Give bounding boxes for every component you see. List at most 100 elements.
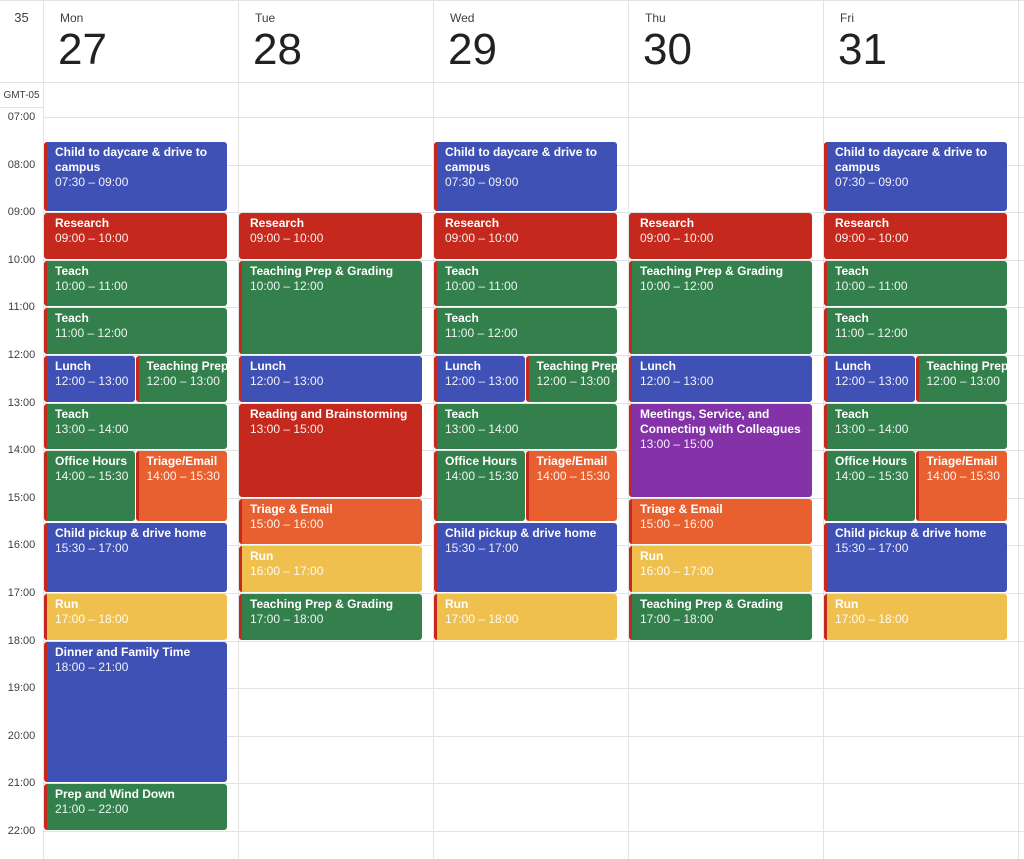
day-column-divider xyxy=(1018,0,1019,859)
calendar-event[interactable]: Child to daycare & drive to campus 07:30 … xyxy=(44,141,227,212)
calendar-event[interactable]: Teach 10:00 – 11:00 xyxy=(824,260,1007,307)
event-time: 14:00 – 15:30 xyxy=(445,469,519,484)
day-header-wed[interactable]: Wed 29 xyxy=(433,0,628,82)
hour-label: 21:00 xyxy=(0,777,43,790)
hour-label: 13:00 xyxy=(0,396,43,409)
calendar-event[interactable]: Teach 11:00 – 12:00 xyxy=(434,308,617,354)
event-time: 17:00 – 18:00 xyxy=(640,612,714,626)
calendar-event[interactable]: Research 09:00 – 10:00 xyxy=(239,213,422,259)
calendar-event[interactable]: Run 16:00 – 17:00 xyxy=(239,546,422,592)
day-header-thu[interactable]: Thu 30 xyxy=(628,0,823,82)
calendar-event[interactable]: Office Hours 14:00 – 15:30 xyxy=(44,451,135,521)
calendar-event[interactable]: Run 17:00 – 18:00 xyxy=(434,594,617,640)
event-time: 11:00 – 12:00 xyxy=(835,326,908,341)
calendar-event[interactable]: Lunch 12:00 – 13:00 xyxy=(434,356,525,402)
hour-label: 22:00 xyxy=(0,825,43,837)
calendar-event[interactable]: Dinner and Family Time 18:00 – 21:00 xyxy=(44,641,227,783)
event-title: Run xyxy=(445,597,469,611)
calendar-event[interactable]: Teaching Prep/Grading12:00 – 13:00 xyxy=(135,356,227,402)
event-title: Meetings, Service, and Connecting with C… xyxy=(640,406,801,436)
day-header-mon[interactable]: Mon 27 xyxy=(43,0,238,82)
calendar-event[interactable]: Meetings, Service, and Connecting with C… xyxy=(629,403,812,497)
event-title: Teaching Prep/Grading xyxy=(536,359,618,373)
event-time: 13:00 – 15:00 xyxy=(250,421,324,436)
calendar-event[interactable]: Run 16:00 – 17:00 xyxy=(629,546,812,592)
calendar-event[interactable]: Lunch 12:00 – 13:00 xyxy=(824,356,915,402)
calendar-event[interactable]: Child pickup & drive home 15:30 – 17:00 xyxy=(44,522,227,592)
calendar-event[interactable]: Research 09:00 – 10:00 xyxy=(629,213,812,259)
calendar-event[interactable]: Child to daycare & drive to campus 07:30 … xyxy=(824,141,1007,212)
event-time: 16:00 – 17:00 xyxy=(250,564,324,579)
timezone-divider xyxy=(0,107,43,108)
calendar-event[interactable]: Triage/Email 14:00 – 15:30 xyxy=(915,451,1007,521)
calendar-event[interactable]: Child pickup & drive home 15:30 – 17:00 xyxy=(434,522,617,592)
calendar-event[interactable]: Child pickup & drive home 15:30 – 17:00 xyxy=(824,522,1007,592)
calendar-event[interactable]: Teach 13:00 – 14:00 xyxy=(44,403,227,450)
calendar-event[interactable]: Teach 11:00 – 12:00 xyxy=(44,308,227,354)
calendar-event[interactable]: Office Hours 14:00 – 15:30 xyxy=(434,451,525,521)
calendar-event[interactable]: Prep and Wind Down 21:00 – 22:00 xyxy=(44,784,227,830)
calendar-event[interactable]: Teach 11:00 – 12:00 xyxy=(824,308,1007,354)
calendar-event[interactable]: Lunch 12:00 – 13:00 xyxy=(629,356,812,402)
event-time: 11:00 – 12:00 xyxy=(55,326,128,341)
calendar-event[interactable]: Lunch 12:00 – 13:00 xyxy=(239,356,422,402)
calendar-event[interactable]: Teaching Prep & Grading 17:00 – 18:00 xyxy=(239,594,422,640)
calendar-event[interactable]: Reading and Brainstorming 13:00 – 15:00 xyxy=(239,403,422,497)
day-header-tue[interactable]: Tue 28 xyxy=(238,0,433,82)
calendar-event[interactable]: Research 09:00 – 10:00 xyxy=(824,213,1007,259)
day-date[interactable]: 28 xyxy=(253,26,302,74)
event-title: Teaching Prep & Grading xyxy=(640,263,784,278)
event-time: 14:00 – 15:30 xyxy=(55,469,129,484)
calendar-event[interactable]: Research 09:00 – 10:00 xyxy=(44,213,227,259)
event-title: Dinner and Family Time xyxy=(55,644,191,659)
event-time: 07:30 – 09:00 xyxy=(445,174,519,189)
calendar-event[interactable]: Triage/Email 14:00 – 15:30 xyxy=(525,451,617,521)
event-time: 10:00 – 11:00 xyxy=(835,278,908,293)
calendar-event[interactable]: Child to daycare & drive to campus 07:30 … xyxy=(434,141,617,212)
hour-label: 15:00 xyxy=(0,491,43,504)
day-header-fri[interactable]: Fri 31 xyxy=(823,0,1018,82)
calendar-event[interactable]: Teaching Prep & Grading 17:00 – 18:00 xyxy=(629,594,812,640)
calendar-event[interactable]: Teach 10:00 – 11:00 xyxy=(434,260,617,307)
event-title: Child pickup & drive home xyxy=(835,525,987,540)
hour-label: 07:00 xyxy=(0,111,43,123)
event-title: Run xyxy=(640,549,664,564)
calendar-event[interactable]: Teaching Prep/Grading12:00 – 13:00 xyxy=(525,356,618,402)
calendar-event[interactable]: Triage/Email 14:00 – 15:30 xyxy=(135,451,227,521)
calendar-event[interactable]: Teach 13:00 – 14:00 xyxy=(434,403,617,450)
calendar-event[interactable]: Teach 13:00 – 14:00 xyxy=(824,403,1007,450)
event-title: Triage & Email xyxy=(640,501,723,516)
day-date[interactable]: 31 xyxy=(838,26,887,74)
calendar-event[interactable]: Lunch 12:00 – 13:00 xyxy=(44,356,135,402)
timezone-label[interactable]: GMT-05 xyxy=(0,90,43,101)
event-time: 10:00 – 11:00 xyxy=(445,278,518,293)
event-time: 13:00 – 14:00 xyxy=(55,421,129,436)
calendar-event[interactable]: Triage & Email 15:00 – 16:00 xyxy=(239,498,422,545)
hour-label: 19:00 xyxy=(0,682,43,695)
hour-label: 14:00 xyxy=(0,444,43,457)
calendar-event[interactable]: Teaching Prep/Grading12:00 – 13:00 xyxy=(915,356,1008,402)
day-name: Thu xyxy=(645,11,666,25)
calendar-event[interactable]: Research 09:00 – 10:00 xyxy=(434,213,617,259)
day-date[interactable]: 29 xyxy=(448,26,497,74)
event-time: 12:00 – 13:00 xyxy=(250,374,324,388)
calendar-event[interactable]: Office Hours 14:00 – 15:30 xyxy=(824,451,915,521)
calendar-event[interactable]: Run 17:00 – 18:00 xyxy=(824,594,1007,640)
event-title: Lunch xyxy=(445,359,481,373)
calendar-event[interactable]: Triage & Email 15:00 – 16:00 xyxy=(629,498,812,545)
day-date[interactable]: 30 xyxy=(643,26,692,74)
event-title: Teach xyxy=(445,263,479,278)
event-time: 17:00 – 18:00 xyxy=(445,612,519,626)
calendar-event[interactable]: Teaching Prep & Grading 10:00 – 12:00 xyxy=(629,260,812,354)
header-divider xyxy=(0,82,1024,83)
day-date[interactable]: 27 xyxy=(58,26,107,74)
calendar-event[interactable]: Run 17:00 – 18:00 xyxy=(44,594,227,640)
event-title: Teaching Prep/Grading xyxy=(926,359,1008,373)
calendar-event[interactable]: Teach 10:00 – 11:00 xyxy=(44,260,227,307)
day-name: Tue xyxy=(255,11,276,25)
event-title: Triage/Email xyxy=(146,454,218,469)
event-title: Teaching Prep & Grading xyxy=(640,597,784,611)
calendar-event[interactable]: Teaching Prep & Grading 10:00 – 12:00 xyxy=(239,260,422,354)
event-title: Triage/Email xyxy=(536,454,608,469)
event-title: Child pickup & drive home xyxy=(445,525,597,540)
